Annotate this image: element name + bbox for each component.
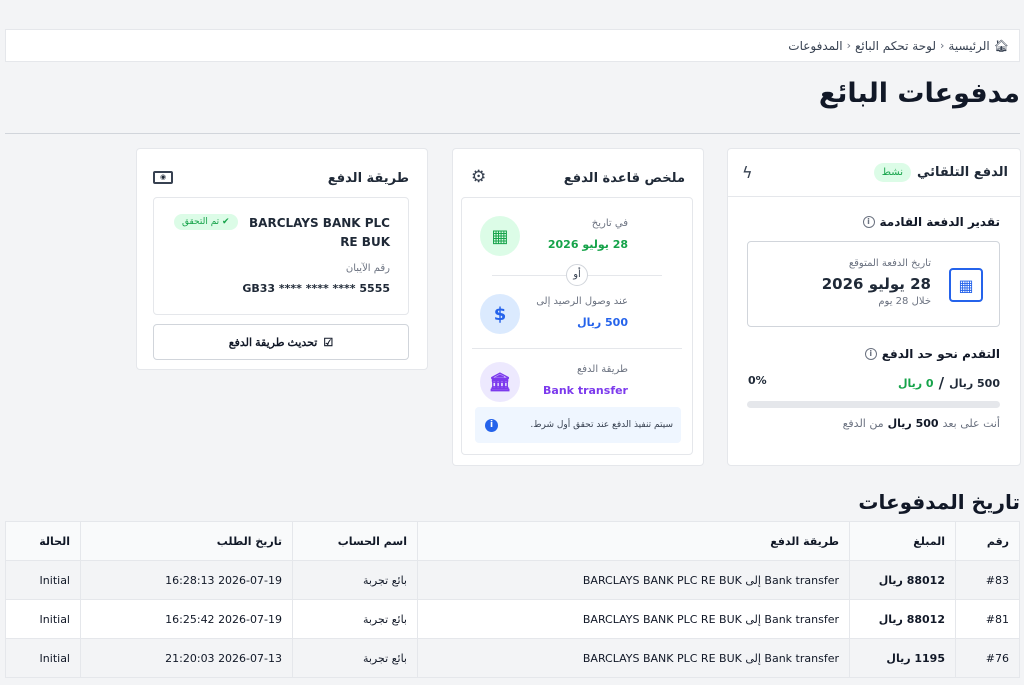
expected-date-box: ▦ تاريخ الدفعة المتوقع 28 يوليو 2026 خلا… [747,241,1000,327]
column-header[interactable]: طريقة الدفع [417,521,850,561]
breadcrumb: 🏠︎ الرئيسية ‹ لوحة تحكم البائع ‹ المدفوع… [5,29,1020,62]
date-label: في تاريخ [591,218,628,229]
progress-bar [747,401,1000,408]
cash-icon: ◉ [153,171,173,184]
or-circle: أو [566,264,588,286]
balance-value: 500 ريال [577,316,628,329]
bank-icon: 🏛︎ [480,362,520,402]
payment-method-card: طريقة الدفع ◉ BARCLAYS BANK PLC RE BUK ✔… [136,148,428,370]
history-title: تاريخ المدفوعات [858,490,1020,514]
breadcrumb-separator: ‹ [846,39,851,52]
bolt-icon: ϟ [742,163,753,182]
next-estimate-title: تقدير الدفعة القادمة [879,215,1001,229]
auto-payout-card: الدفع التلقائي نشط ϟ تقدير الدفعة القادم… [727,148,1021,466]
calendar-icon: ▦ [480,216,520,256]
cell-id: #83 [955,560,1020,600]
breadcrumb-separator: ‹ [940,39,945,52]
method-label: طريقة الدفع [576,364,628,375]
divider [472,348,682,349]
cell-status: Initial [5,638,81,678]
breadcrumb-home[interactable]: الرئيسية [948,39,989,53]
progress-amounts: 500 ريال / 0 ريال [898,374,1000,392]
cell-amount: 88012 ريال [849,560,956,600]
rule-note: سيتم تنفيذ الدفع عند تحقق أول شرط. i [475,407,681,443]
info-icon[interactable]: i [864,348,877,360]
bank-name: BARCLAYS BANK PLC RE BUK [249,216,390,249]
cell-date: 2026-07-19 16:25:42 [80,599,293,639]
cell-id: #76 [955,638,1020,678]
within-days: خلال 28 يوم [878,296,931,307]
iban-label: رقم الآيبان [345,263,390,274]
cell-method: Bank transfer إلى BARCLAYS BANK PLC RE B… [417,560,850,600]
progress-heading: التقدم نحو حد الدفع i [864,347,1000,361]
info-icon: i [485,418,498,432]
column-header[interactable]: المبلغ [849,521,956,561]
cell-date: 2026-07-19 16:28:13 [80,560,293,600]
column-header[interactable]: الحالة [5,521,81,561]
remaining-prefix: أنت على بعد [942,417,1000,430]
breadcrumb-dashboard[interactable]: لوحة تحكم البائع [855,39,936,53]
expected-date-label: تاريخ الدفعة المتوقع [848,258,931,269]
cell-account: بائع تجربة [292,560,418,600]
payments-table: رقم المبلغ طريقة الدفع اسم الحساب تاريخ … [5,521,1020,678]
column-header[interactable]: تاريخ الطلب [80,521,293,561]
status-badge: نشط [873,163,911,182]
progress-percent: 0% [748,374,767,387]
cell-account: بائع تجربة [292,638,418,678]
table-row[interactable]: #76 1195 ريال Bank transfer إلى BARCLAYS… [5,638,1020,678]
info-icon[interactable]: i [862,216,875,228]
bank-account-box: BARCLAYS BANK PLC RE BUK ✔ تم التحقق رقم… [153,197,409,315]
remaining-suffix: من الدفع [842,417,884,430]
cell-account: بائع تجربة [292,599,418,639]
cell-method: Bank transfer إلى BARCLAYS BANK PLC RE B… [417,638,850,678]
progress-current: 0 ريال [897,376,934,390]
table-row[interactable]: #81 88012 ريال Bank transfer إلى BARCLAY… [5,599,1020,639]
balance-label: عند وصول الرصيد إلى [536,296,628,307]
iban-value: GB33 **** **** **** 5555 [242,282,390,295]
note-text: سيتم تنفيذ الدفع عند تحقق أول شرط. [530,420,673,430]
cell-date: 2026-07-13 21:20:03 [80,638,293,678]
calendar-icon: ▦ [949,268,983,302]
table-row[interactable]: #83 88012 ريال Bank transfer إلى BARCLAY… [5,560,1020,600]
rule-summary-title: ملخص قاعدة الدفع [563,171,685,186]
method-value: Bank transfer [543,384,628,397]
table-header-row: رقم المبلغ طريقة الدفع اسم الحساب تاريخ … [5,521,1020,561]
cell-amount: 1195 ريال [849,638,956,678]
next-estimate-heading: تقدير الدفعة القادمة i [862,215,1001,229]
home-icon[interactable]: 🏠︎ [994,39,1009,53]
progress-title: التقدم نحو حد الدفع [881,347,1000,361]
remaining-text: أنت على بعد 500 ريال من الدفع [843,417,1000,430]
progress-separator: / [938,374,945,392]
payment-method-title: طريقة الدفع [327,171,409,186]
column-header[interactable]: رقم [955,521,1020,561]
expected-date: 28 يوليو 2026 [821,275,931,293]
verified-label: تم التحقق [182,217,220,227]
calendar-check-icon: ☑ [323,336,334,349]
dollar-icon: $ [480,294,520,334]
column-header[interactable]: اسم الحساب [292,521,418,561]
verified-badge: ✔ تم التحقق [174,214,238,230]
update-payment-method-button[interactable]: ☑ تحديث طريقة الدفع [153,324,409,360]
cell-id: #81 [955,599,1020,639]
remaining-amount: 500 ريال [887,417,939,430]
update-button-label: تحديث طريقة الدفع [228,336,318,349]
date-value: 28 يوليو 2026 [547,238,628,251]
progress-target: 500 ريال [949,376,1000,390]
auto-payout-header: الدفع التلقائي نشط ϟ [728,149,1020,197]
cell-status: Initial [5,560,81,600]
cell-amount: 88012 ريال [849,599,956,639]
gear-icon[interactable]: ⚙ [471,167,486,187]
auto-payout-title: الدفع التلقائي [917,165,1008,180]
cell-method: Bank transfer إلى BARCLAYS BANK PLC RE B… [417,599,850,639]
divider [5,133,1020,134]
page-title: مدفوعات البائع [818,78,1020,109]
rule-summary-card: ملخص قاعدة الدفع ⚙ ▦ في تاريخ 28 يوليو 2… [452,148,704,466]
cell-status: Initial [5,599,81,639]
breadcrumb-current: المدفوعات [788,38,843,53]
